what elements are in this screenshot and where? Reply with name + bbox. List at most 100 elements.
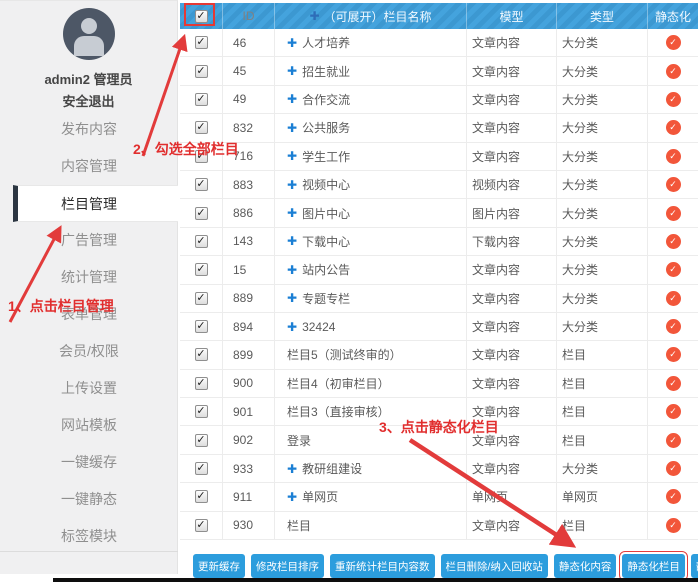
row-checkbox[interactable]: ✓ (195, 235, 208, 248)
expand-plus-icon[interactable]: ✚ (287, 291, 297, 305)
row-name[interactable]: 合作交流 (302, 91, 350, 108)
expand-plus-icon[interactable]: ✚ (287, 462, 297, 476)
sidebar-item[interactable]: 上传设置 (0, 370, 178, 407)
row-model: 文章内容 (467, 285, 557, 312)
header-name: ✚ （可展开）栏目名称 (275, 3, 467, 29)
toolbar-button[interactable]: 静态化栏目 (622, 554, 685, 578)
static-enabled-icon[interactable]: ✓ (666, 291, 681, 306)
row-name[interactable]: 单网页 (302, 488, 338, 505)
expand-plus-icon[interactable]: ✚ (287, 263, 297, 277)
annotation-highlight-select-all (184, 3, 215, 26)
row-id: 933 (223, 455, 275, 482)
expand-plus-icon[interactable]: ✚ (287, 320, 297, 334)
row-name[interactable]: 下载中心 (302, 233, 350, 250)
row-name[interactable]: 视频中心 (302, 176, 350, 193)
row-checkbox[interactable]: ✓ (195, 93, 208, 106)
row-checkbox[interactable]: ✓ (195, 320, 208, 333)
expand-plus-icon[interactable]: ✚ (287, 206, 297, 220)
row-model: 文章内容 (467, 143, 557, 170)
expand-plus-icon[interactable]: ✚ (287, 121, 297, 135)
table-row: ✓ 933 ✚ 教研组建设 文章内容 大分类 ✓ (180, 455, 698, 483)
row-type: 栏目 (557, 398, 648, 425)
row-name[interactable]: 登录 (287, 432, 311, 449)
row-checkbox[interactable]: ✓ (195, 377, 208, 390)
row-name[interactable]: 教研组建设 (302, 460, 362, 477)
static-enabled-icon[interactable]: ✓ (666, 206, 681, 221)
expand-all-plus-icon[interactable]: ✚ (309, 9, 319, 23)
static-enabled-icon[interactable]: ✓ (666, 64, 681, 79)
row-checkbox[interactable]: ✓ (195, 36, 208, 49)
static-enabled-icon[interactable]: ✓ (666, 92, 681, 107)
row-name[interactable]: 站内公告 (302, 261, 350, 278)
sidebar-item[interactable]: 会员/权限 (0, 333, 178, 370)
sidebar-item[interactable]: 标签模块 (0, 518, 178, 555)
static-enabled-icon[interactable]: ✓ (666, 319, 681, 334)
static-enabled-icon[interactable]: ✓ (666, 234, 681, 249)
row-checkbox[interactable]: ✓ (195, 207, 208, 220)
row-checkbox[interactable]: ✓ (195, 348, 208, 361)
expand-plus-icon[interactable]: ✚ (287, 234, 297, 248)
static-enabled-icon[interactable]: ✓ (666, 35, 681, 50)
row-checkbox[interactable]: ✓ (195, 405, 208, 418)
row-name[interactable]: 32424 (302, 320, 335, 334)
sidebar-item[interactable]: 统计管理 (0, 259, 178, 296)
row-name[interactable]: 公共服务 (302, 119, 350, 136)
toolbar-button[interactable]: 更新缓存 (193, 554, 245, 578)
row-name[interactable]: 栏目5（测试终审的） (287, 346, 402, 363)
sidebar-item[interactable]: 一键静态 (0, 481, 178, 518)
static-enabled-icon[interactable]: ✓ (666, 433, 681, 448)
row-checkbox[interactable]: ✓ (195, 490, 208, 503)
row-checkbox[interactable]: ✓ (195, 65, 208, 78)
row-name[interactable]: 栏目4（初审栏目） (287, 375, 390, 392)
table-row: ✓ 900 栏目4（初审栏目） 文章内容 栏目 ✓ (180, 370, 698, 398)
header-id: ID (223, 3, 275, 29)
row-name[interactable]: 学生工作 (302, 148, 350, 165)
logout-link[interactable]: 安全退出 (0, 91, 177, 110)
static-enabled-icon[interactable]: ✓ (666, 518, 681, 533)
expand-plus-icon[interactable]: ✚ (287, 149, 297, 163)
row-checkbox[interactable]: ✓ (195, 519, 208, 532)
static-enabled-icon[interactable]: ✓ (666, 489, 681, 504)
static-enabled-icon[interactable]: ✓ (666, 461, 681, 476)
toolbar-button[interactable]: 静态化内容 (554, 554, 617, 578)
sidebar-item[interactable]: 栏目管理 (13, 185, 178, 222)
static-enabled-icon[interactable]: ✓ (666, 149, 681, 164)
static-enabled-icon[interactable]: ✓ (666, 262, 681, 277)
row-name[interactable]: 栏目 (287, 517, 311, 534)
row-checkbox[interactable]: ✓ (195, 434, 208, 447)
table-row: ✓ 930 栏目 文章内容 栏目 ✓ (180, 512, 698, 540)
static-enabled-icon[interactable]: ✓ (666, 347, 681, 362)
row-name[interactable]: 人才培养 (302, 34, 350, 51)
row-name[interactable]: 图片中心 (302, 205, 350, 222)
expand-plus-icon[interactable]: ✚ (287, 92, 297, 106)
row-name[interactable]: 栏目3（直接审核） (287, 403, 390, 420)
static-enabled-icon[interactable]: ✓ (666, 177, 681, 192)
sidebar-item[interactable]: 一键缓存 (0, 444, 178, 481)
toolbar-button[interactable]: 静态化所有 (691, 554, 698, 578)
toolbar-button[interactable]: 重新统计栏目内容数 (330, 554, 435, 578)
row-checkbox[interactable]: ✓ (195, 121, 208, 134)
row-checkbox[interactable]: ✓ (195, 292, 208, 305)
row-checkbox[interactable]: ✓ (195, 263, 208, 276)
row-type: 大分类 (557, 285, 648, 312)
expand-plus-icon[interactable]: ✚ (287, 178, 297, 192)
header-static: 静态化 (648, 3, 698, 29)
toolbar-button[interactable]: 栏目删除/纳入回收站 (441, 554, 548, 578)
row-type: 大分类 (557, 455, 648, 482)
row-id: 889 (223, 285, 275, 312)
row-checkbox[interactable]: ✓ (195, 462, 208, 475)
toolbar-button[interactable]: 修改栏目排序 (251, 554, 324, 578)
sidebar-item[interactable]: 网站模板 (0, 407, 178, 444)
expand-plus-icon[interactable]: ✚ (287, 64, 297, 78)
row-type: 大分类 (557, 57, 648, 84)
row-checkbox[interactable]: ✓ (195, 178, 208, 191)
static-enabled-icon[interactable]: ✓ (666, 120, 681, 135)
sidebar-item[interactable]: 广告管理 (0, 222, 178, 259)
expand-plus-icon[interactable]: ✚ (287, 490, 297, 504)
row-name[interactable]: 招生就业 (302, 63, 350, 80)
row-id: 900 (223, 370, 275, 397)
row-name[interactable]: 专题专栏 (302, 290, 350, 307)
expand-plus-icon[interactable]: ✚ (287, 36, 297, 50)
static-enabled-icon[interactable]: ✓ (666, 376, 681, 391)
static-enabled-icon[interactable]: ✓ (666, 404, 681, 419)
